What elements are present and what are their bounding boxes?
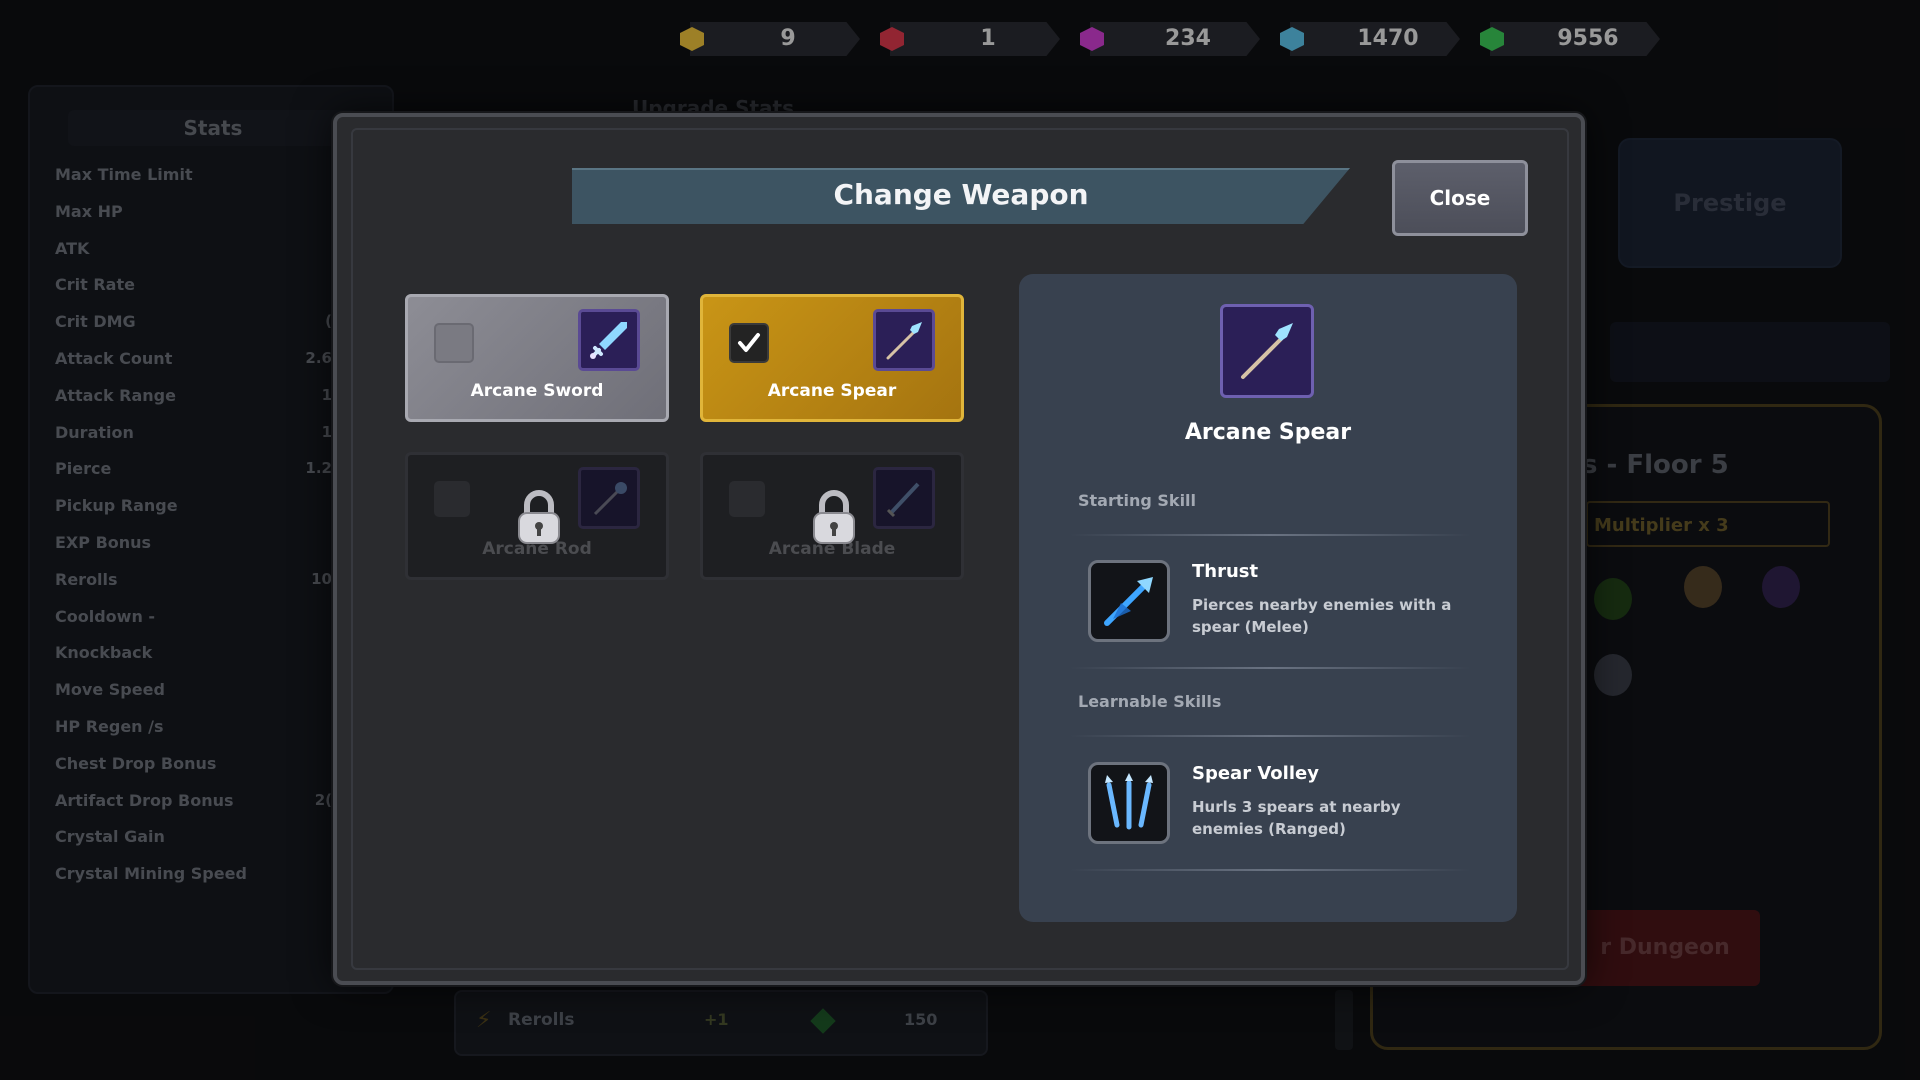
weapon-card-arcane-rod[interactable]: Arcane Rod	[405, 452, 669, 580]
sword-icon	[578, 309, 640, 371]
lock-icon	[518, 490, 560, 544]
weapon-card-arcane-blade[interactable]: Arcane Blade	[700, 452, 964, 580]
weapon-select-checkbox	[434, 481, 470, 517]
selected-weapon-name: Arcane Spear	[1184, 420, 1352, 445]
weapon-select-checkbox[interactable]	[434, 323, 474, 363]
dialog-title: Change Weapon	[833, 178, 1089, 211]
weapon-name: Arcane Spear	[767, 381, 897, 401]
thrust-skill-icon	[1088, 560, 1170, 642]
rod-icon	[578, 467, 640, 529]
learnable-skill-description: Hurls 3 spears at nearby enemies (Ranged…	[1192, 798, 1401, 838]
weapon-card-arcane-spear[interactable]: Arcane Spear	[700, 294, 964, 422]
divider	[1070, 534, 1470, 536]
checkmark-icon	[738, 333, 760, 352]
weapon-select-checkbox[interactable]	[729, 323, 769, 363]
weapon-select-checkbox	[729, 481, 765, 517]
divider	[1070, 869, 1470, 871]
starting-skill-name: Thrust	[1192, 561, 1259, 582]
spear-volley-skill-icon	[1088, 762, 1170, 844]
close-button[interactable]: Close	[1392, 160, 1528, 236]
weapon-card-arcane-sword[interactable]: Arcane Sword	[405, 294, 669, 422]
divider	[1070, 735, 1470, 737]
lock-icon	[813, 490, 855, 544]
selected-weapon-spear-icon	[1220, 304, 1314, 398]
starting-skill-label: Starting Skill	[1078, 491, 1197, 510]
divider	[1070, 667, 1470, 669]
learnable-skill-name: Spear Volley	[1192, 763, 1319, 784]
starting-skill-description: Pierces nearby enemies with a spear (Mel…	[1192, 596, 1452, 636]
blade-icon	[873, 467, 935, 529]
spear-icon	[873, 309, 935, 371]
learnable-skills-label: Learnable Skills	[1078, 692, 1222, 711]
weapon-name: Arcane Sword	[470, 381, 604, 401]
